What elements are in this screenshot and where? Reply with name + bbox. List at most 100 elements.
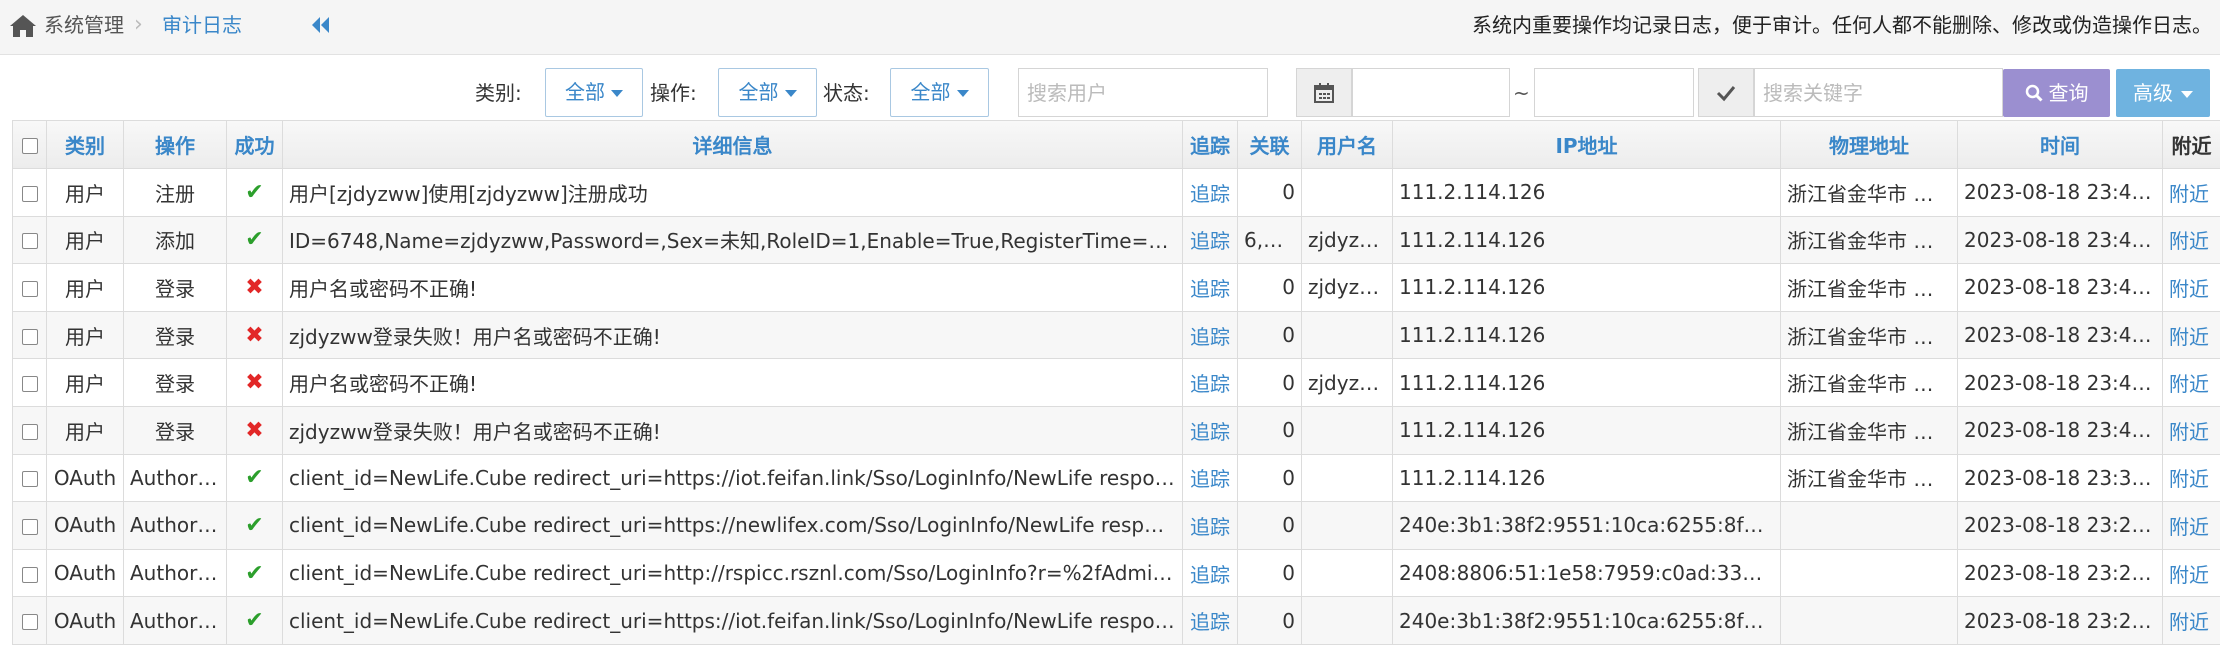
log-detail: client_id=NewLife.Cube redirect_uri=http…	[282, 596, 1183, 645]
log-trace-link[interactable]: 追踪	[1182, 453, 1238, 503]
category-label: 类别:	[475, 81, 522, 105]
start-date-input[interactable]	[1352, 68, 1510, 117]
log-link-id: 0	[1237, 548, 1302, 598]
row-checkbox[interactable]	[21, 614, 38, 631]
log-ip: 111.2.114.126	[1392, 168, 1781, 217]
advanced-label: 高级	[2133, 81, 2173, 105]
column-header-time[interactable]: 时间	[1957, 120, 2163, 169]
caret-down-icon	[2181, 91, 2193, 98]
column-header-success[interactable]: 成功	[226, 120, 283, 169]
table-row[interactable]: OAuth Authorize ✔ client_id=NewLife.Cube re…	[12, 548, 2220, 598]
calendar-icon	[1314, 82, 1334, 103]
log-nearby-link[interactable]: 附近	[2162, 168, 2220, 217]
log-trace-link[interactable]: 追踪	[1182, 358, 1238, 407]
row-checkbox[interactable]	[21, 185, 38, 202]
log-nearby-link[interactable]: 附近	[2162, 263, 2220, 312]
log-time: 2023-08-18 23:40:25	[1957, 263, 2163, 312]
log-success-icon: ✔	[226, 453, 283, 503]
table-row[interactable]: OAuth Authorize ✔ client_id=NewLife.Cube re…	[12, 596, 2220, 645]
table-row[interactable]: 用户 登录 ✖ 用户名或密码不正确! 追踪 0 zjdyzww 111.2.114.126 浙江…	[12, 358, 2220, 407]
column-header-category[interactable]: 类别	[46, 120, 124, 169]
log-trace-link[interactable]: 追踪	[1182, 310, 1238, 360]
log-success-icon: ✔	[226, 501, 283, 550]
log-trace-link[interactable]: 追踪	[1182, 263, 1238, 312]
column-header-action[interactable]: 操作	[123, 120, 227, 169]
select-all-checkbox[interactable]	[21, 138, 38, 154]
log-ip: 111.2.114.126	[1392, 215, 1781, 265]
log-trace-link[interactable]: 追踪	[1182, 215, 1238, 265]
log-ip: 111.2.114.126	[1392, 405, 1781, 455]
check-icon	[1716, 85, 1736, 101]
row-checkbox[interactable]	[21, 233, 38, 250]
log-success-icon: ✖	[226, 358, 283, 407]
row-select-cell	[12, 168, 47, 217]
breadcrumb-system[interactable]: 系统管理	[44, 12, 124, 38]
user-search-input[interactable]	[1018, 68, 1268, 117]
column-header-location[interactable]: 物理地址	[1780, 120, 1958, 169]
log-trace-link[interactable]: 追踪	[1182, 168, 1238, 217]
row-checkbox[interactable]	[21, 280, 38, 297]
log-trace-link[interactable]: 追踪	[1182, 405, 1238, 455]
log-trace-link[interactable]: 追踪	[1182, 596, 1238, 645]
row-checkbox[interactable]	[21, 328, 38, 345]
log-detail: client_id=NewLife.Cube redirect_uri=http…	[282, 548, 1183, 598]
log-trace-link[interactable]: 追踪	[1182, 501, 1238, 550]
log-username: zjdyzww	[1301, 215, 1393, 265]
end-date-input[interactable]	[1534, 68, 1694, 117]
category-dropdown[interactable]: 全部	[545, 68, 643, 117]
column-header-username[interactable]: 用户名	[1301, 120, 1393, 169]
breadcrumb-current[interactable]: 审计日志	[162, 12, 242, 38]
table-row[interactable]: 用户 添加 ✔ ID=6748,Name=zjdyzww,Password=,Sex=…	[12, 215, 2220, 265]
log-nearby-link[interactable]: 附近	[2162, 453, 2220, 503]
log-detail: 用户[zjdyzww]使用[zjdyzww]注册成功	[282, 168, 1183, 217]
log-success-icon: ✖	[226, 263, 283, 312]
table-row[interactable]: OAuth Authorize ✔ client_id=NewLife.Cube re…	[12, 501, 2220, 550]
log-success-icon: ✔	[226, 168, 283, 217]
select-all-cell	[12, 120, 47, 169]
column-header-trace[interactable]: 追踪	[1182, 120, 1238, 169]
column-header-ip[interactable]: IP地址	[1392, 120, 1781, 169]
log-nearby-link[interactable]: 附近	[2162, 358, 2220, 407]
log-location	[1780, 501, 1958, 550]
log-detail: client_id=NewLife.Cube redirect_uri=http…	[282, 453, 1183, 503]
status-value: 全部	[910, 80, 951, 104]
advanced-button[interactable]: 高级	[2116, 69, 2210, 117]
table-row[interactable]: 用户 登录 ✖ 用户名或密码不正确! 追踪 0 zjdyzww 111.2.114.126 浙江…	[12, 263, 2220, 312]
log-nearby-link[interactable]: 附近	[2162, 215, 2220, 265]
log-time: 2023-08-18 23:40:59	[1957, 215, 2163, 265]
row-checkbox[interactable]	[21, 566, 38, 583]
collapse-sidebar-icon[interactable]	[309, 13, 333, 37]
table-header-row: 类别 操作 成功 详细信息 追踪 关联 用户名 IP地址 物理地址 时间 附近	[12, 120, 2220, 169]
log-success-icon: ✔	[226, 215, 283, 265]
column-header-detail[interactable]: 详细信息	[282, 120, 1183, 169]
log-ip: 2408:8806:51:1e58:7959:c0ad:332b:7cd8	[1392, 548, 1781, 598]
log-nearby-link[interactable]: 附近	[2162, 310, 2220, 360]
log-nearby-link[interactable]: 附近	[2162, 405, 2220, 455]
row-checkbox[interactable]	[21, 518, 38, 535]
keyword-search-input[interactable]	[1754, 68, 2003, 117]
log-nearby-link[interactable]: 附近	[2162, 596, 2220, 645]
log-link-id: 0	[1237, 263, 1302, 312]
row-checkbox[interactable]	[21, 471, 38, 488]
row-checkbox[interactable]	[21, 376, 38, 393]
table-row[interactable]: 用户 登录 ✖ zjdyzww登录失败！用户名或密码不正确! 追踪 0 111.2.114.…	[12, 310, 2220, 360]
log-link-id: 0	[1237, 358, 1302, 407]
table-row[interactable]: 用户 注册 ✔ 用户[zjdyzww]使用[zjdyzww]注册成功 追踪 0 111.2.…	[12, 168, 2220, 217]
log-trace-link[interactable]: 追踪	[1182, 548, 1238, 598]
status-dropdown[interactable]: 全部	[890, 68, 989, 117]
log-nearby-link[interactable]: 附近	[2162, 501, 2220, 550]
log-category: OAuth	[46, 596, 124, 645]
log-link-id: 0	[1237, 453, 1302, 503]
home-icon[interactable]	[8, 13, 38, 39]
column-header-link[interactable]: 关联	[1237, 120, 1302, 169]
row-select-cell	[12, 405, 47, 455]
log-location: 浙江省金华市 移动	[1780, 215, 1958, 265]
table-row[interactable]: OAuth Authorize ✔ client_id=NewLife.Cube re…	[12, 453, 2220, 503]
query-button[interactable]: 查询	[2003, 69, 2110, 117]
log-nearby-link[interactable]: 附近	[2162, 548, 2220, 598]
table-row[interactable]: 用户 登录 ✖ zjdyzww登录失败！用户名或密码不正确! 追踪 0 111.2.114.…	[12, 405, 2220, 455]
action-dropdown[interactable]: 全部	[718, 68, 817, 117]
audit-log-table: 类别 操作 成功 详细信息 追踪 关联 用户名 IP地址 物理地址 时间 附近 …	[12, 120, 2220, 645]
log-ip: 111.2.114.126	[1392, 358, 1781, 407]
row-checkbox[interactable]	[21, 423, 38, 440]
